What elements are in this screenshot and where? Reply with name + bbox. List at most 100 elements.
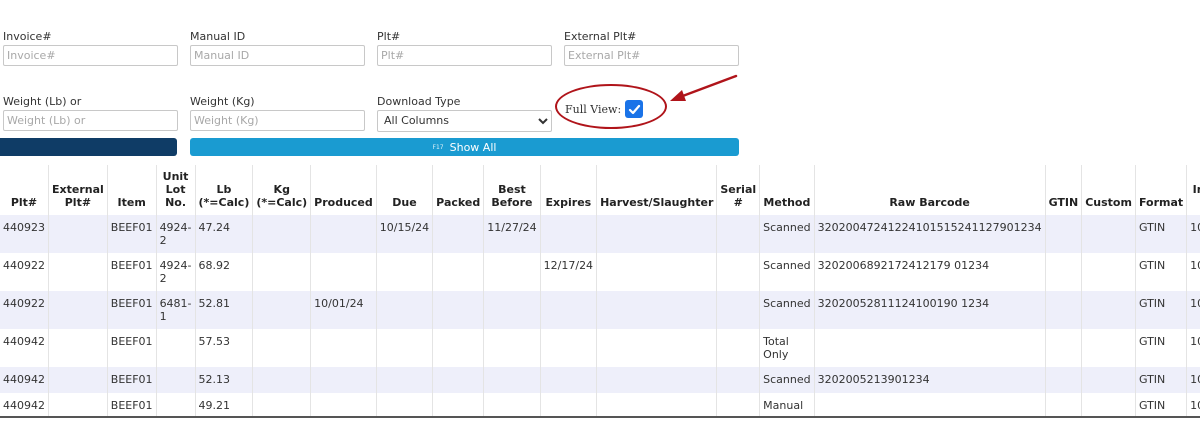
table-cell [310,393,377,418]
table-cell [1044,215,1082,253]
table-cell: BEEF01 [106,215,157,253]
table-cell [1044,393,1082,418]
column-header[interactable]: Expires [539,165,597,215]
column-header[interactable]: Kg (*=Calc) [252,165,311,215]
table-cell [596,215,717,253]
column-header[interactable]: Due [375,165,433,215]
column-header[interactable]: Item [106,165,157,215]
table-cell [716,291,760,329]
table-cell [539,291,597,329]
download-type-select[interactable]: All Columns [377,109,552,132]
external-plt-input[interactable] [564,45,739,66]
weight-lb-input[interactable] [3,110,178,131]
plt-filter: Plt# [377,30,552,66]
table-cell [716,367,760,393]
table-cell [1081,253,1136,291]
table-cell: 10/15/24 [375,215,433,253]
column-header[interactable]: Raw Barcode [813,165,1046,215]
table-cell: 440942 [0,393,49,418]
table-row[interactable]: 440923 BEEF01 4924-2 47.24 10/15/24 11/2… [0,215,1200,253]
table-cell [539,329,597,367]
table-cell [252,291,311,329]
table-cell [432,367,484,393]
table-cell: 3202006892172412179 01234 [813,253,1046,291]
column-header[interactable]: Lb (*=Calc) [194,165,253,215]
table-cell [483,393,541,418]
table-cell: 10/23/24 [1186,291,1200,329]
external-plt-label: External Plt# [564,30,637,43]
table-cell [375,393,433,418]
table-cell [375,253,433,291]
table-cell [539,367,597,393]
show-all-button[interactable]: F17 Show All [190,138,739,156]
table-cell [432,253,484,291]
column-header[interactable]: Best Before [483,165,541,215]
column-header[interactable]: Method [759,165,815,215]
invoice-input[interactable] [3,45,178,66]
table-cell: 32020052811124100190 1234 [813,291,1046,329]
table-cell [375,291,433,329]
table-header-row: Plt# External Plt# Item Unit Lot No. Lb … [0,165,1200,215]
weight-kg-input[interactable] [190,110,365,131]
table-cell: 52.81 [194,291,253,329]
table-cell [155,393,196,418]
column-header[interactable]: Harvest/Slaughter [596,165,717,215]
column-header[interactable]: Format [1134,165,1187,215]
column-header[interactable]: Produced [310,165,377,215]
table-cell [252,215,311,253]
column-header[interactable]: Unit Lot No. [155,165,196,215]
column-header[interactable]: Custom [1081,165,1136,215]
table-cell [375,367,433,393]
table-cell: 12/17/24 [539,253,597,291]
annotation-arrow-icon [670,74,738,101]
table-cell [48,367,108,393]
column-header[interactable]: Packed [432,165,484,215]
table-row[interactable]: 440922 BEEF01 6481-1 52.81 10/01/24 Scan… [0,291,1200,329]
table-cell [48,291,108,329]
table-cell: 4924-2 [155,253,196,291]
table-cell [813,393,1046,418]
table-cell [1081,291,1136,329]
table-row[interactable]: 440922 BEEF01 4924-2 68.92 12/17/24 Scan… [0,253,1200,291]
column-header[interactable]: Plt# [0,165,49,215]
table-cell [155,367,196,393]
table-row[interactable]: 440942 BEEF01 52.13 Scanned 320200521390… [0,367,1200,393]
table-cell [1081,329,1136,367]
table-cell: 10/18/24 [1186,393,1200,418]
table-cell: 10/23/24 [1186,253,1200,291]
table-cell [596,367,717,393]
column-header[interactable]: External Plt# [48,165,108,215]
table-cell: Manual [759,393,815,418]
table-row[interactable]: 440942 BEEF01 57.53 Total Only GTIN 10/1… [0,329,1200,367]
table-row[interactable]: 440942 BEEF01 49.21 Manual GTIN 10/18/24 [0,393,1200,418]
manual-id-input[interactable] [190,45,365,66]
weight-lb-filter: Weight (Lb) or [3,95,178,131]
table-cell [48,393,108,418]
table-cell: BEEF01 [106,393,157,418]
table-cell [1081,367,1136,393]
table-cell: 68.92 [194,253,253,291]
dark-action-button[interactable] [0,138,177,156]
table-cell: GTIN [1134,215,1187,253]
column-header[interactable]: Serial # [716,165,760,215]
weight-kg-filter: Weight (Kg) [190,95,365,131]
table-cell: GTIN [1134,393,1187,418]
table-cell: 4924-2 [155,215,196,253]
table-cell: 11/27/24 [483,215,541,253]
table-cell: 10/23/24 [1186,215,1200,253]
plt-input[interactable] [377,45,552,66]
table-cell: Scanned [759,253,815,291]
table-cell [252,253,311,291]
column-header[interactable]: GTIN [1044,165,1082,215]
table-cell: 49.21 [194,393,253,418]
table-cell [1081,215,1136,253]
table-cell: Total Only [759,329,815,367]
manual-id-filter: Manual ID [190,30,365,66]
show-all-label: Show All [449,140,497,154]
table-cell: BEEF01 [106,253,157,291]
table-cell [1044,329,1082,367]
table-cell [252,329,311,367]
table-cell: GTIN [1134,253,1187,291]
pallet-table: Plt# External Plt# Item Unit Lot No. Lb … [0,165,1200,418]
column-header[interactable]: Invoice Date [1186,165,1200,215]
